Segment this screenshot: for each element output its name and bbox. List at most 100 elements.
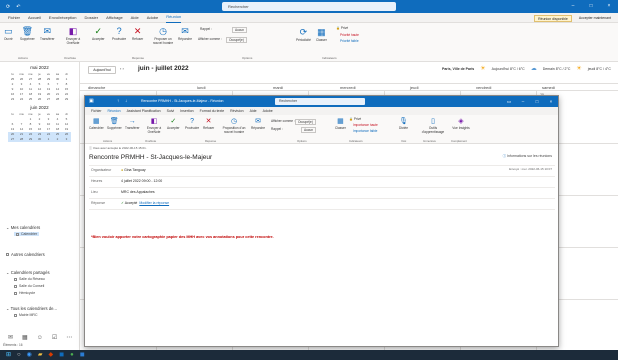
tab-fichier[interactable]: Fichier xyxy=(91,107,102,115)
maximize-icon[interactable]: □ xyxy=(582,0,600,13)
tab-format[interactable]: Format du texte xyxy=(200,107,225,115)
onenote-button[interactable]: ◧ Envoyer à OneNote xyxy=(143,117,165,134)
insights-button[interactable]: ◈ Vue Insights xyxy=(451,117,471,130)
meeting-body-text[interactable]: *Bien vouloir apporter votre cartographi… xyxy=(91,235,274,239)
close-icon[interactable]: × xyxy=(600,0,618,13)
search-input[interactable]: Rechercher xyxy=(222,2,396,11)
tab-help[interactable]: Aide xyxy=(250,107,257,115)
meeting-info-link[interactable]: ⓘ Informations sur les réunions xyxy=(503,154,552,159)
tab-adobe[interactable]: Adobe xyxy=(147,13,159,23)
check-icon: ✓ xyxy=(94,26,103,36)
app-icon[interactable]: ● xyxy=(70,350,74,360)
mail-icon[interactable]: ✉ xyxy=(8,334,13,341)
tentative-button[interactable]: ? Provisoire xyxy=(185,117,199,130)
delete-button[interactable]: 🗑 Supprimer xyxy=(107,117,122,130)
tab-accueil[interactable]: Accueil xyxy=(28,13,41,23)
tab-adobe[interactable]: Adobe xyxy=(263,107,273,115)
save-icon[interactable]: ▣ xyxy=(89,98,94,104)
show-as-select[interactable]: Occupé(e) xyxy=(295,119,316,125)
private-button[interactable]: 🔒 Privé xyxy=(336,26,348,30)
recurrence-button[interactable]: ⟳ Périodicité xyxy=(296,27,311,42)
my-calendars-group[interactable]: ⌄ Mes calendriers xyxy=(6,225,40,230)
people-icon[interactable]: ☺ xyxy=(37,335,43,341)
tab-reunion[interactable]: Réunion xyxy=(166,12,182,23)
calendar-button[interactable]: ▦ Calendrier xyxy=(89,117,104,130)
low-importance-button[interactable]: Importance faible xyxy=(353,129,377,133)
show-as-select[interactable]: Occupé(e) xyxy=(226,37,247,43)
private-button[interactable]: 🔒 Privé xyxy=(349,117,361,121)
all-calendars-group[interactable]: ⌄ Tous les calendriers de... xyxy=(6,306,57,311)
accept-button[interactable]: ✓ Accepter xyxy=(92,26,105,41)
reminder-select[interactable]: Aucun xyxy=(232,27,248,33)
mini-calendar-june[interactable]: lu ma me je ve sa di 12345 6 7 8 9 10 11 12 13 14 15 16… xyxy=(8,112,71,142)
tab-aide[interactable]: Aide xyxy=(131,13,139,23)
propose-time-button[interactable]: ◷ Proposition d'un nouvel horaire xyxy=(219,117,249,134)
word-icon[interactable]: ◼ xyxy=(80,350,85,360)
dictate-button[interactable]: 🎙 Dictée xyxy=(399,117,408,130)
chevron-right-icon[interactable]: › xyxy=(122,66,123,71)
calendar-item[interactable]: Calendrier xyxy=(14,232,40,236)
propose-time-button[interactable]: ◷ Proposer un nouvel horaire xyxy=(150,26,176,45)
tab-tracking[interactable]: Suivi xyxy=(167,107,175,115)
search-icon[interactable]: ○ xyxy=(17,350,21,360)
low-priority-button[interactable]: Priorité faible xyxy=(340,39,359,43)
checkbox-icon xyxy=(6,253,9,257)
high-importance-button[interactable]: Importance haute xyxy=(353,123,378,127)
open-button[interactable]: ▭ Ouvrir xyxy=(4,26,13,41)
learning-tools-button[interactable]: ▯ Outils d'apprentissage xyxy=(419,117,447,134)
decline-button[interactable]: ✕ Refuser xyxy=(132,26,143,41)
accept-button[interactable]: ✓ Accepter xyxy=(167,117,180,130)
reply-button[interactable]: ✉ Répondre xyxy=(251,117,265,130)
arrow-up-icon[interactable]: ↑ xyxy=(117,98,119,103)
tab-review[interactable]: Révision xyxy=(230,107,243,115)
change-response-link[interactable]: Modifier la réponse xyxy=(139,201,169,205)
minimize-icon[interactable]: – xyxy=(516,96,530,107)
categorize-button[interactable]: ▦ Classer xyxy=(335,117,346,130)
tab-affichage[interactable]: Affichage xyxy=(106,13,123,23)
close-icon[interactable]: × xyxy=(544,96,558,107)
tab-fichier[interactable]: Fichier xyxy=(8,13,20,23)
high-priority-button[interactable]: Priorité haute xyxy=(340,33,359,37)
more-icon[interactable]: ⋯ xyxy=(66,334,72,341)
maximize-icon[interactable]: □ xyxy=(530,96,544,107)
shared-calendars-group[interactable]: ⌄ Calendriers partagés xyxy=(6,270,50,275)
reply-now-button[interactable]: Accepter maintenant xyxy=(576,13,614,23)
onenote-button[interactable]: ◧ Envoyer à OneNote xyxy=(62,26,84,45)
ribbon-options-icon[interactable]: ▭ xyxy=(502,96,516,107)
categorize-button[interactable]: ▦ Classer xyxy=(316,27,327,42)
all-calendar-item[interactable]: Mairie MRC xyxy=(14,313,37,317)
delete-button[interactable]: 🗑 Supprimer xyxy=(20,26,35,41)
arrow-down-icon[interactable]: ↓ xyxy=(125,98,127,103)
folder-icon[interactable]: ▰ xyxy=(38,350,43,360)
tasks-icon[interactable]: ☑ xyxy=(52,334,57,341)
shared-calendar-item[interactable]: Salle du Réseau xyxy=(14,277,45,281)
sync-icon[interactable]: ⟳ xyxy=(6,4,10,10)
organizer-value[interactable]: ● Gina Tanguay xyxy=(121,168,146,172)
reply-button[interactable]: ✉ Répondre xyxy=(178,26,192,41)
app-icon[interactable]: ◆ xyxy=(49,350,54,360)
tab-envoi[interactable]: Envoi/réception xyxy=(49,13,77,23)
tab-scheduling[interactable]: Assistant Planification xyxy=(127,107,161,115)
today-button[interactable]: Aujourd'hui xyxy=(88,66,116,74)
outlook-icon[interactable]: ◼ xyxy=(59,350,64,360)
undo-icon[interactable]: ↶ xyxy=(16,4,20,10)
forward-button[interactable]: ✉ Transférer xyxy=(40,26,55,41)
decline-button[interactable]: ✕ Refuser xyxy=(203,117,214,130)
team-status-badge[interactable]: Réunion disponible xyxy=(534,15,572,23)
shared-calendar-item[interactable]: Hémicycle xyxy=(14,291,35,295)
minimize-icon[interactable]: – xyxy=(564,0,582,13)
meeting-search-input[interactable]: Rechercher xyxy=(275,98,365,105)
shared-calendar-item[interactable]: Salle du Conseil xyxy=(14,284,44,288)
reminder-select[interactable]: Aucun xyxy=(301,127,317,133)
sent-time: Envoyé : mer. 2022-06-15 10:07 xyxy=(509,167,552,171)
calendar-icon[interactable]: ▦ xyxy=(22,334,28,341)
mini-calendar-may[interactable]: lu ma me je ve sa di 25 26 27 28 29 30 1 2345678 9 10… xyxy=(8,72,71,102)
browser-icon[interactable]: ◉ xyxy=(27,350,32,360)
forward-button[interactable]: → Transférer xyxy=(125,117,140,130)
other-calendars-group[interactable]: Autres calendriers xyxy=(6,252,45,257)
tab-insert[interactable]: Insertion xyxy=(180,107,193,115)
tentative-button[interactable]: ? Provisoire xyxy=(112,26,126,41)
windows-start-icon[interactable]: ⊞ xyxy=(6,350,11,360)
tab-dossier[interactable]: Dossier xyxy=(85,13,99,23)
weather-location[interactable]: Paris, Ville de Paris xyxy=(442,67,474,71)
